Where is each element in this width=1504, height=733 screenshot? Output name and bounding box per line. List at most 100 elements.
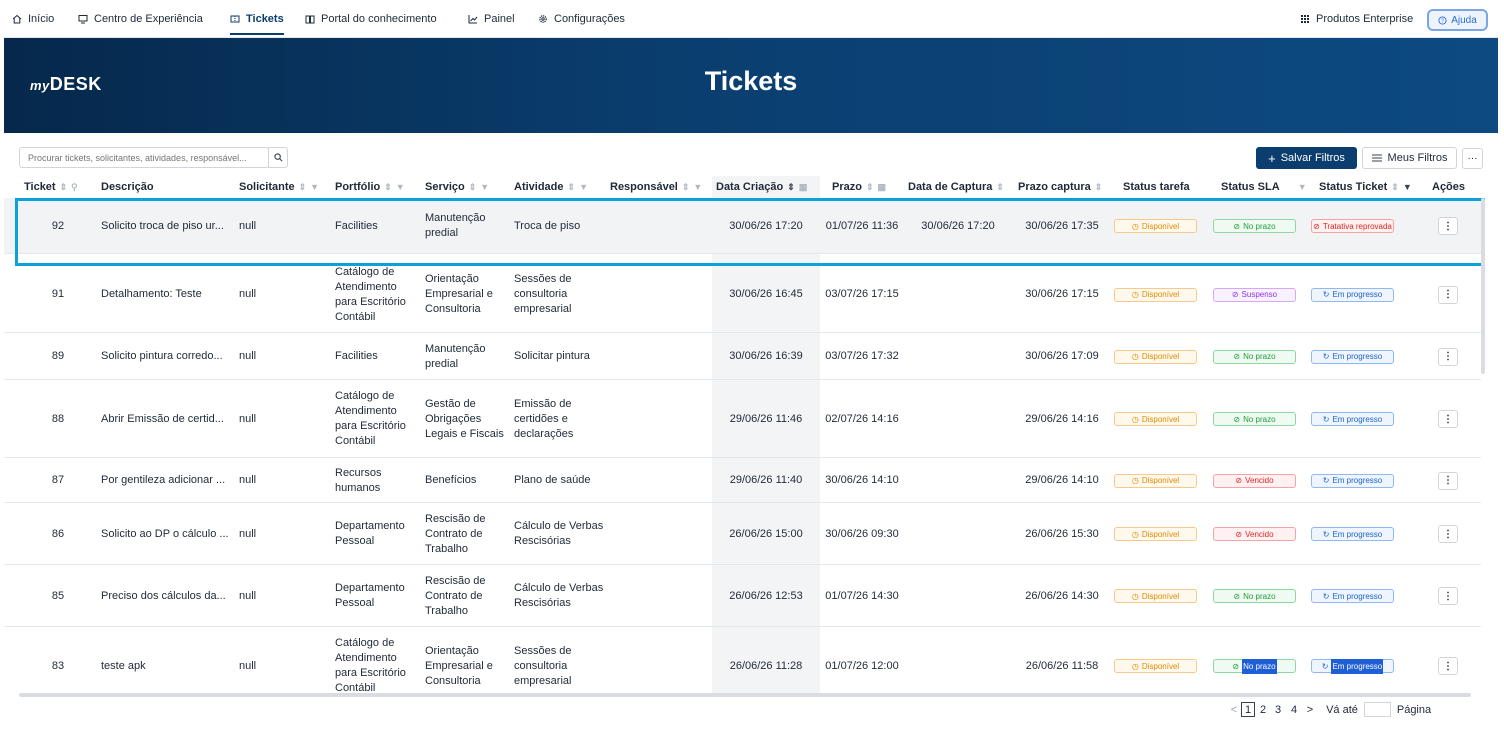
cell-responsavel — [610, 458, 710, 503]
col-prazo[interactable]: Prazo ⇕ ▦ — [832, 176, 886, 198]
vertical-scrollbar[interactable] — [1481, 198, 1485, 374]
nav-label: Tickets — [246, 13, 284, 25]
filter-icon[interactable]: ▼ — [396, 182, 405, 192]
filter-icon[interactable]: ▼ — [1298, 182, 1307, 192]
cell-prazo-captura: 26/06/26 14:30 — [1012, 565, 1112, 627]
sort-icon[interactable]: ⇕ — [787, 182, 795, 193]
sort-icon[interactable]: ⇕ — [60, 182, 68, 193]
row-actions-button[interactable]: ⋮ — [1438, 285, 1458, 304]
save-filters-button[interactable]: + Salvar Filtros — [1256, 147, 1357, 169]
nav-centro-experiencia[interactable]: Centro de Experiência — [78, 0, 203, 38]
nav-inicio[interactable]: Início — [12, 0, 54, 38]
cell-data-captura — [904, 333, 1012, 380]
nav-portal-conhecimento[interactable]: Portal do conhecimento — [305, 0, 437, 38]
col-descricao[interactable]: Descrição — [101, 176, 154, 198]
col-label: Atividade — [514, 181, 564, 193]
page-1[interactable]: 1 — [1241, 702, 1255, 717]
filter-icon[interactable]: ▼ — [310, 182, 319, 192]
sort-icon[interactable]: ⇕ — [384, 182, 392, 193]
help-button[interactable]: ? Ajuda — [1427, 9, 1488, 31]
cell-text: Manutenção predial — [425, 212, 486, 239]
table-row[interactable]: 88 Abrir Emissão de certid... null Catálogo… — [4, 380, 1481, 458]
table-row[interactable]: 89 Solicito pintura corredo... null Facilit… — [4, 333, 1481, 380]
row-actions-button[interactable]: ⋮ — [1438, 587, 1458, 605]
cell-text: 89 — [51, 350, 65, 362]
calendar-icon[interactable]: ▦ — [878, 182, 887, 193]
col-solicitante[interactable]: Solicitante ⇕ ▼ — [239, 176, 319, 198]
row-actions-button[interactable]: ⋮ — [1438, 347, 1458, 366]
clock-icon: ◷ — [1131, 290, 1139, 299]
sort-icon[interactable]: ⇕ — [996, 182, 1004, 193]
table-row[interactable]: 92 Solicito troca de piso ur... null Facili… — [4, 198, 1481, 254]
cell-status-ticket: ↻ Em progresso — [1311, 333, 1401, 380]
sort-icon[interactable]: ⇕ — [682, 182, 690, 193]
row-actions-button[interactable]: ⋮ — [1438, 471, 1458, 490]
status-icon: ⊘ — [1231, 290, 1239, 299]
my-filters-button[interactable]: Meus Filtros — [1362, 147, 1457, 169]
table-row[interactable]: 91 Detalhamento: Teste null Catálogo de Ate… — [4, 256, 1481, 333]
page-2[interactable]: 2 — [1258, 702, 1268, 717]
row-actions-button[interactable]: ⋮ — [1438, 525, 1458, 543]
row-actions-button[interactable]: ⋮ — [1438, 410, 1458, 428]
cell-status-ticket: ↻ Em progresso — [1311, 380, 1401, 458]
table-row[interactable]: 83 teste apk null Catálogo de Atendimento p… — [4, 627, 1481, 696]
cell-text: 91 — [51, 288, 65, 300]
cell-text: 30/06/26 17:20 — [729, 219, 803, 232]
prev-page-button[interactable]: < — [1229, 702, 1239, 717]
filter-icon[interactable]: ▼ — [480, 182, 489, 192]
col-status-sla[interactable]: Status SLA ▼ — [1221, 176, 1307, 198]
sort-icon[interactable]: ⇕ — [568, 182, 576, 193]
row-actions-button[interactable]: ⋮ — [1438, 657, 1458, 675]
nav-tickets[interactable]: Tickets — [230, 0, 284, 38]
filter-icon[interactable]: ▼ — [693, 182, 702, 192]
table-row[interactable]: 86 Solicito ao DP o cálculo ... null Depart… — [4, 503, 1481, 565]
page-4[interactable]: 4 — [1289, 702, 1299, 717]
nav-produtos-enterprise[interactable]: Produtos Enterprise — [1300, 0, 1413, 38]
col-status-ticket[interactable]: Status Ticket ⇕ ▼ — [1319, 176, 1412, 198]
sort-icon[interactable]: ⇕ — [1391, 182, 1399, 193]
nav-painel[interactable]: Painel — [468, 0, 515, 38]
search-button[interactable] — [268, 147, 288, 168]
col-portfolio[interactable]: Portfólio ⇕ ▼ — [335, 176, 405, 198]
table-row[interactable]: 85 Preciso dos cálculos da... null Departam… — [4, 565, 1481, 627]
filter-icon[interactable]: ▼ — [579, 182, 588, 192]
cell-text: 92 — [51, 219, 65, 232]
col-atividade[interactable]: Atividade ⇕ ▼ — [514, 176, 588, 198]
col-servico[interactable]: Serviço ⇕ ▼ — [425, 176, 489, 198]
search-icon[interactable]: ⚲ — [71, 182, 78, 193]
cell-acoes: ⋮ — [1430, 627, 1466, 696]
svg-text:?: ? — [1441, 18, 1444, 24]
calendar-icon[interactable]: ▦ — [799, 182, 808, 193]
col-data-captura[interactable]: Data de Captura ⇕ — [908, 176, 1004, 198]
col-data-criacao[interactable]: Data Criação ⇕ ▦ — [716, 176, 807, 198]
goto-page-input[interactable] — [1364, 702, 1391, 717]
cell-descricao: Abrir Emissão de certid... — [101, 380, 237, 458]
sort-icon[interactable]: ⇕ — [866, 182, 874, 193]
sort-icon[interactable]: ⇕ — [469, 182, 477, 193]
col-prazo-captura[interactable]: Prazo captura ⇕ — [1018, 176, 1102, 198]
page-3[interactable]: 3 — [1273, 702, 1283, 717]
search-icon — [273, 153, 282, 162]
cell-atividade: Cálculo de Verbas Rescisórias — [514, 503, 606, 565]
nav-label: Configurações — [554, 13, 625, 25]
cell-servico: Manutenção predial — [425, 333, 511, 380]
nav-configuracoes[interactable]: Configurações — [538, 0, 625, 38]
table-row[interactable]: 87 Por gentileza adicionar ... null Recurso… — [4, 458, 1481, 503]
horizontal-scrollbar[interactable] — [19, 693, 1471, 697]
col-status-tarefa[interactable]: Status tarefa — [1123, 176, 1190, 198]
more-options-button[interactable]: ··· — [1462, 148, 1483, 169]
sort-icon[interactable]: ⇕ — [299, 182, 307, 193]
status-tarefa-badge: ◷ Disponível — [1114, 287, 1197, 302]
filter-icon[interactable]: ▼ — [1403, 182, 1412, 192]
ticket-icon — [230, 15, 240, 23]
cell-acoes: ⋮ — [1430, 380, 1466, 458]
cell-data-criacao: 29/06/26 11:46 — [712, 380, 820, 458]
col-responsavel[interactable]: Responsável ⇕ ▼ — [610, 176, 702, 198]
cell-data-captura: 30/06/26 17:20 — [904, 198, 1012, 254]
sort-icon[interactable]: ⇕ — [1095, 182, 1103, 193]
plus-icon: + — [1268, 150, 1276, 166]
col-ticket[interactable]: Ticket ⇕ ⚲ — [24, 176, 78, 198]
search-input[interactable] — [19, 147, 269, 168]
next-page-button[interactable]: > — [1305, 702, 1315, 717]
row-actions-button[interactable]: ⋮ — [1438, 217, 1458, 235]
